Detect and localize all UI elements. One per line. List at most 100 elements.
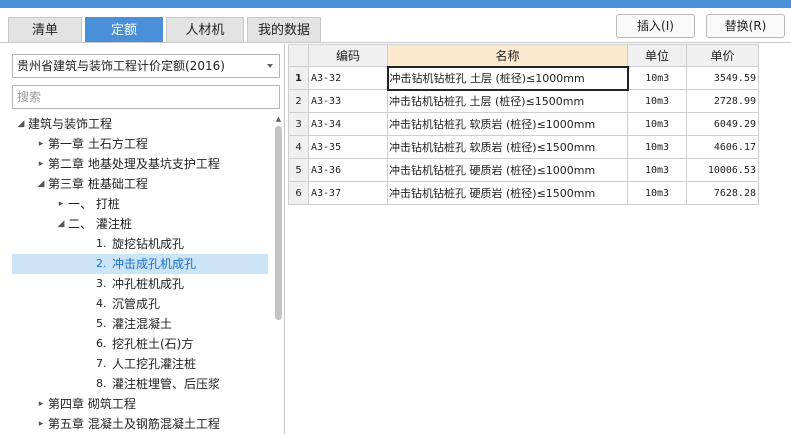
tree-item[interactable]: ◢ 二、 灌注桩 <box>12 214 268 234</box>
column-header-unit[interactable]: 单位 <box>627 44 687 67</box>
tree-item-label: 沉管成孔 <box>112 297 161 311</box>
tree-item[interactable]: 2. 冲击成孔机成孔 <box>12 254 268 274</box>
price-cell[interactable]: 6049.29 <box>686 112 759 136</box>
column-header-code[interactable]: 编码 <box>308 44 388 67</box>
tree-scrollbar[interactable]: ▲ <box>274 114 283 434</box>
name-cell[interactable]: 冲击钻机钻桩孔 土层 (桩径)≤1500mm <box>387 89 628 113</box>
quota-grid: 编码 名称 单位 单价 1 A3-32 冲击钻机钻桩孔 土层 (桩径)≤1000mm… <box>288 44 759 205</box>
tree-item[interactable]: ▸ 第一章 土石方工程 <box>12 134 268 154</box>
tree-item-label: 建筑与装饰工程 <box>28 117 113 131</box>
triangle-right-icon[interactable]: ▸ <box>56 194 66 214</box>
tree-item[interactable]: 3. 冲孔桩机成孔 <box>12 274 268 294</box>
name-cell[interactable]: 冲击钻机钻桩孔 硬质岩 (桩径)≤1000mm <box>387 158 628 182</box>
code-cell[interactable]: A3-37 <box>308 181 388 205</box>
tree-item[interactable]: 1. 旋挖钻机成孔 <box>12 234 268 254</box>
tree-item-label: 冲击成孔机成孔 <box>112 257 197 271</box>
tab-bill[interactable]: 清单 <box>8 17 82 43</box>
tab-divider <box>0 42 791 43</box>
column-header-name[interactable]: 名称 <box>387 44 628 67</box>
triangle-right-icon[interactable]: ▸ <box>36 154 46 174</box>
price-cell[interactable]: 7628.28 <box>686 181 759 205</box>
insert-button[interactable]: 插入(I) <box>616 14 695 38</box>
tree-item-number: 2. <box>96 257 107 270</box>
tree-item[interactable]: 8. 灌注桩埋管、后压浆 <box>12 374 268 394</box>
unit-cell[interactable]: 10m3 <box>627 89 687 113</box>
replace-button[interactable]: 替换(R) <box>706 14 785 38</box>
unit-cell[interactable]: 10m3 <box>627 66 687 90</box>
tree-item[interactable]: ▸ 第四章 砌筑工程 <box>12 394 268 414</box>
tree-item-label: 第一章 土石方工程 <box>48 137 148 151</box>
grid-header-row: 编码 名称 单位 单价 <box>288 44 759 67</box>
code-cell[interactable]: A3-34 <box>308 112 388 136</box>
tab-labor-material-machine[interactable]: 人材机 <box>166 17 244 43</box>
chapter-tree: ◢ 建筑与装饰工程 ▸ 第一章 土石方工程 ▸ 第二章 地基处理及基坑支护工程 ◢ 第三章 桩… <box>12 114 268 434</box>
tree-item-label: 人工挖孔灌注桩 <box>112 357 197 371</box>
table-row[interactable]: 5 A3-36 冲击钻机钻桩孔 硬质岩 (桩径)≤1000mm 10m3 10006.5… <box>288 158 759 182</box>
triangle-down-icon[interactable]: ◢ <box>16 114 26 134</box>
name-cell[interactable]: 冲击钻机钻桩孔 软质岩 (桩径)≤1000mm <box>387 112 628 136</box>
row-number[interactable]: 6 <box>288 181 309 205</box>
triangle-right-icon[interactable]: ▸ <box>36 414 46 434</box>
tree-item-label: 旋挖钻机成孔 <box>112 237 185 251</box>
unit-cell[interactable]: 10m3 <box>627 112 687 136</box>
tab-bar: 清单 定额 人材机 我的数据 <box>8 17 321 43</box>
tree-item[interactable]: 6. 挖孔桩土(石)方 <box>12 334 268 354</box>
tree-item[interactable]: 5. 灌注混凝土 <box>12 314 268 334</box>
quota-library-select[interactable]: 贵州省建筑与装饰工程计价定额(2016) <box>12 54 280 78</box>
tab-quota[interactable]: 定额 <box>85 17 163 43</box>
code-cell[interactable]: A3-35 <box>308 135 388 159</box>
tree-item[interactable]: ◢ 第三章 桩基础工程 <box>12 174 268 194</box>
row-number[interactable]: 2 <box>288 89 309 113</box>
tree-item[interactable]: ▸ 一、 打桩 <box>12 194 268 214</box>
tree-item-label: 一、 打桩 <box>68 197 120 211</box>
triangle-right-icon[interactable]: ▸ <box>36 394 46 414</box>
row-number[interactable]: 5 <box>288 158 309 182</box>
row-number[interactable]: 4 <box>288 135 309 159</box>
row-number[interactable]: 3 <box>288 112 309 136</box>
tree-item[interactable]: ▸ 第二章 地基处理及基坑支护工程 <box>12 154 268 174</box>
triangle-down-icon[interactable]: ◢ <box>36 174 46 194</box>
tree-item-label: 冲孔桩机成孔 <box>112 277 185 291</box>
column-header-price[interactable]: 单价 <box>686 44 759 67</box>
code-cell[interactable]: A3-33 <box>308 89 388 113</box>
triangle-down-icon[interactable]: ◢ <box>56 214 66 234</box>
unit-cell[interactable]: 10m3 <box>627 181 687 205</box>
table-row[interactable]: 2 A3-33 冲击钻机钻桩孔 土层 (桩径)≤1500mm 10m3 2728.99 <box>288 89 759 113</box>
table-row[interactable]: 4 A3-35 冲击钻机钻桩孔 软质岩 (桩径)≤1500mm 10m3 4606.17 <box>288 135 759 159</box>
tree-item-number: 1. <box>96 237 107 250</box>
scroll-up-icon[interactable]: ▲ <box>274 114 283 124</box>
unit-cell[interactable]: 10m3 <box>627 135 687 159</box>
triangle-right-icon[interactable]: ▸ <box>36 134 46 154</box>
tree-item[interactable]: 7. 人工挖孔灌注桩 <box>12 354 268 374</box>
price-cell[interactable]: 2728.99 <box>686 89 759 113</box>
tab-my-data[interactable]: 我的数据 <box>247 17 321 43</box>
quota-library-value: 贵州省建筑与装饰工程计价定额(2016) <box>17 59 225 73</box>
name-cell[interactable]: 冲击钻机钻桩孔 土层 (桩径)≤1000mm <box>386 65 629 91</box>
row-number[interactable]: 1 <box>288 66 309 90</box>
tree-item-label: 灌注混凝土 <box>112 317 173 331</box>
tree-item-number: 3. <box>96 277 107 290</box>
table-row[interactable]: 3 A3-34 冲击钻机钻桩孔 软质岩 (桩径)≤1000mm 10m3 6049.29 <box>288 112 759 136</box>
scroll-thumb[interactable] <box>275 126 282 320</box>
table-row[interactable]: 1 A3-32 冲击钻机钻桩孔 土层 (桩径)≤1000mm 10m3 3549.59 <box>288 65 759 91</box>
table-row[interactable]: 6 A3-37 冲击钻机钻桩孔 硬质岩 (桩径)≤1500mm 10m3 7628.28 <box>288 181 759 205</box>
tree-item-number: 7. <box>96 357 107 370</box>
search-input[interactable] <box>12 85 280 109</box>
tree-item[interactable]: 4. 沉管成孔 <box>12 294 268 314</box>
price-cell[interactable]: 4606.17 <box>686 135 759 159</box>
tree-item-number: 4. <box>96 297 107 310</box>
tree-item-label: 挖孔桩土(石)方 <box>112 337 194 351</box>
tree-item-label: 二、 灌注桩 <box>68 217 132 231</box>
tree-item[interactable]: ◢ 建筑与装饰工程 <box>12 114 268 134</box>
tree-item-label: 第三章 桩基础工程 <box>48 177 148 191</box>
chevron-down-icon <box>267 64 273 68</box>
code-cell[interactable]: A3-32 <box>308 66 388 90</box>
name-cell[interactable]: 冲击钻机钻桩孔 硬质岩 (桩径)≤1500mm <box>387 181 628 205</box>
unit-cell[interactable]: 10m3 <box>627 158 687 182</box>
tree-item[interactable]: ▸ 第五章 混凝土及钢筋混凝土工程 <box>12 414 268 434</box>
price-cell[interactable]: 3549.59 <box>686 66 759 90</box>
tree-item-number: 5. <box>96 317 107 330</box>
name-cell[interactable]: 冲击钻机钻桩孔 软质岩 (桩径)≤1500mm <box>387 135 628 159</box>
code-cell[interactable]: A3-36 <box>308 158 388 182</box>
price-cell[interactable]: 10006.53 <box>686 158 759 182</box>
